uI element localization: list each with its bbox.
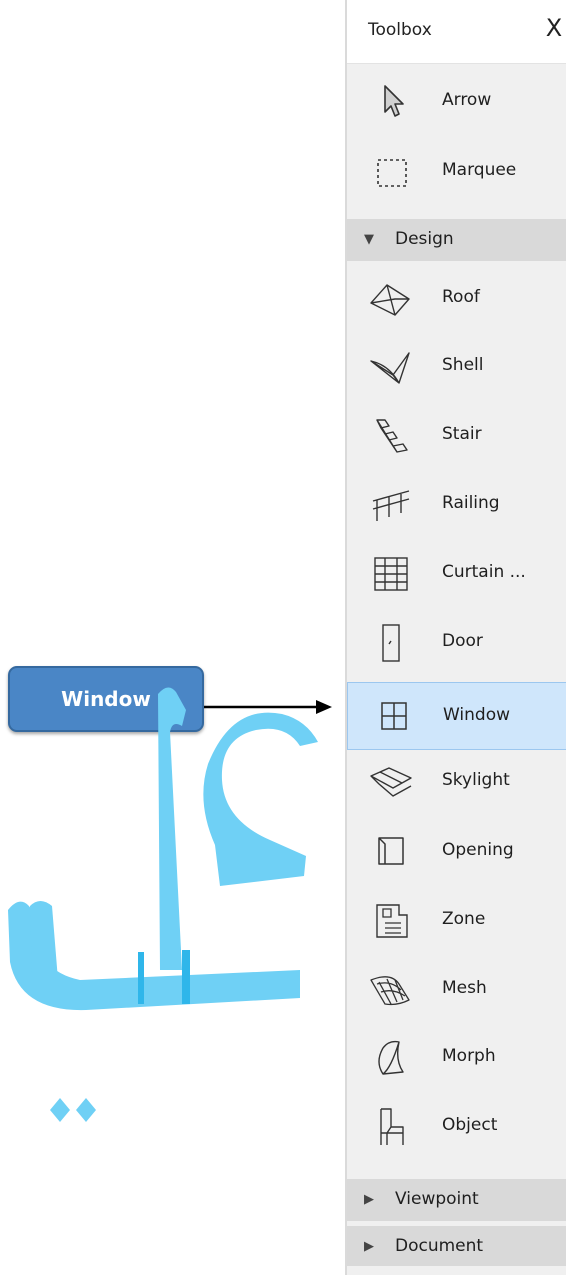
expand-right-icon: ▶ — [364, 1192, 374, 1207]
tool-label: Marquee — [442, 160, 517, 180]
door-icon — [369, 623, 413, 663]
group-viewpoint[interactable]: ▶ Viewpoint — [347, 1179, 566, 1221]
tool-opening[interactable]: Opening — [347, 818, 566, 886]
zone-icon — [369, 901, 413, 941]
tool-label: Mesh — [442, 978, 487, 998]
mesh-icon — [369, 970, 413, 1010]
skylight-icon — [369, 762, 413, 802]
tool-label: Opening — [442, 840, 514, 860]
tool-label: Zone — [442, 909, 486, 929]
tool-arrow[interactable]: Arrow — [347, 68, 566, 136]
morph-icon — [369, 1038, 413, 1078]
tool-stair[interactable]: Stair — [347, 402, 566, 470]
group-label: Design — [395, 229, 454, 249]
shell-icon — [369, 347, 413, 387]
tool-zone[interactable]: Zone — [347, 887, 566, 955]
curtain-wall-icon — [369, 554, 413, 594]
tool-label: Window — [443, 705, 511, 725]
tool-roof[interactable]: Roof — [347, 265, 566, 333]
tool-label: Stair — [442, 424, 482, 444]
tool-label: Curtain ... — [442, 562, 526, 582]
tool-railing[interactable]: Railing — [347, 471, 566, 539]
tool-label: Object — [442, 1115, 498, 1135]
tool-label: Railing — [442, 493, 500, 513]
close-button[interactable]: X — [540, 14, 566, 42]
railing-icon — [369, 485, 413, 525]
tool-shell[interactable]: Shell — [347, 333, 566, 401]
group-label: Viewpoint — [395, 1189, 479, 1209]
expand-down-icon: ▼ — [364, 232, 374, 247]
arrow-pointer-icon — [369, 82, 413, 122]
group-document[interactable]: ▶ Document — [347, 1226, 566, 1266]
opening-icon — [369, 832, 413, 872]
tool-morph[interactable]: Morph — [347, 1024, 566, 1092]
tool-label: Roof — [442, 287, 480, 307]
calligraphy-watermark — [8, 687, 318, 1122]
tool-label: Door — [442, 631, 483, 651]
tool-marquee[interactable]: Marquee — [347, 138, 566, 206]
tool-label: Skylight — [442, 770, 510, 790]
tool-object[interactable]: Object — [347, 1093, 566, 1161]
stair-icon — [369, 416, 413, 456]
toolbox-panel: Toolbox X Arrow Marquee ▼ Design Roof Sh… — [345, 0, 566, 1275]
tool-door[interactable]: Door — [347, 609, 566, 677]
tool-label: Shell — [442, 355, 484, 375]
window-icon — [370, 697, 414, 737]
group-label: Document — [395, 1236, 484, 1256]
toolbox-title: Toolbox — [368, 20, 432, 40]
expand-right-icon: ▶ — [364, 1239, 374, 1254]
object-chair-icon — [369, 1107, 413, 1147]
tool-curtain-wall[interactable]: Curtain ... — [347, 540, 566, 608]
toolbox-header: Toolbox X — [347, 0, 566, 64]
group-design[interactable]: ▼ Design — [347, 219, 566, 261]
tool-skylight[interactable]: Skylight — [347, 748, 566, 816]
tool-label: Arrow — [442, 90, 492, 110]
tool-label: Morph — [442, 1046, 496, 1066]
marquee-icon — [369, 152, 413, 192]
tool-window[interactable]: Window — [347, 682, 566, 750]
roof-icon — [369, 279, 413, 319]
tool-mesh[interactable]: Mesh — [347, 956, 566, 1024]
